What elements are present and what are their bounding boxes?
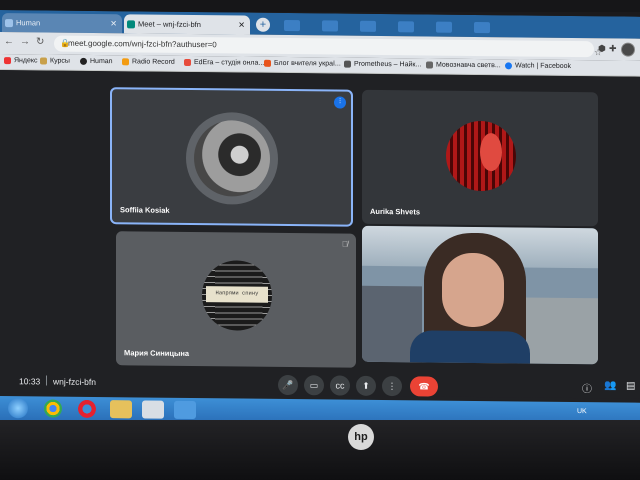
participant-name: Мария Синицына xyxy=(124,348,190,358)
start-button[interactable] xyxy=(8,398,28,419)
more-icon: ⋮ xyxy=(387,380,397,391)
camera-button[interactable]: ▭ xyxy=(304,375,324,396)
hp-logo-icon: hp xyxy=(348,424,374,450)
info-icon[interactable]: ⓘ xyxy=(582,380,592,395)
chrome-taskbar-icon[interactable] xyxy=(44,399,62,418)
bookmark-item[interactable]: EdEra – студія онла... xyxy=(184,58,264,67)
bookmark-item[interactable]: Watch | Facebook xyxy=(505,62,571,70)
captions-icon: cc xyxy=(335,380,345,391)
bookmark-item[interactable]: Блог вчителя украї... xyxy=(264,59,341,68)
opera-taskbar-icon[interactable] xyxy=(78,399,96,419)
extension-icon[interactable]: ⬢ xyxy=(598,43,606,54)
facebook-icon xyxy=(505,62,512,70)
new-tab-button[interactable]: + xyxy=(256,17,270,32)
explorer-taskbar-icon[interactable] xyxy=(110,400,132,419)
screen: Human ✕ Meet – wnj-fzci-bfn ✕ + ← → ↻ 🔒 … xyxy=(0,10,640,429)
person-face xyxy=(442,252,504,328)
mic-button[interactable]: 🎤 xyxy=(278,374,298,396)
person-shirt xyxy=(410,330,530,364)
participant-tile[interactable]: 🎙̸ Напрями спину Мария Синицына xyxy=(116,231,356,368)
speaking-indicator-icon: ⫶ xyxy=(334,96,346,109)
avatar-caption: Напрями спину xyxy=(215,289,259,297)
back-icon[interactable]: ← xyxy=(4,36,14,47)
bookmark-item[interactable]: Яндекс xyxy=(4,57,38,64)
window-thumbnail-icon xyxy=(398,21,414,33)
tab-favicon-icon xyxy=(5,18,13,27)
puzzle-icon[interactable]: ✚ xyxy=(609,43,617,54)
reload-icon[interactable]: ↻ xyxy=(36,36,44,47)
mic-off-icon: 🎙̸ xyxy=(342,239,348,249)
participant-tile[interactable]: ⫶ Soffiia Kosiak xyxy=(110,87,353,227)
bookmark-item[interactable]: Prometheus – Найк... xyxy=(344,60,421,68)
meeting-time: 10:33 xyxy=(19,376,41,387)
bookmark-item[interactable]: Human xyxy=(80,57,113,65)
blogger-icon xyxy=(264,59,271,67)
participant-avatar xyxy=(446,120,516,192)
participant-video-tile[interactable] xyxy=(362,225,598,365)
close-tab-icon[interactable]: ✕ xyxy=(238,20,245,29)
radio-icon xyxy=(122,58,129,66)
tab-title: Meet – wnj-fzci-bfn xyxy=(138,19,201,30)
keyboard-language[interactable]: UK xyxy=(577,408,587,415)
end-call-button[interactable]: ☎ xyxy=(410,376,438,397)
monitor-bezel-bottom xyxy=(0,420,640,480)
yandex-icon xyxy=(4,57,11,65)
tab-human[interactable]: Human ✕ xyxy=(2,13,122,34)
separator xyxy=(46,375,47,386)
meet-favicon-icon xyxy=(127,19,135,28)
tab-title: Human xyxy=(16,18,41,28)
people-icon[interactable]: 👥 xyxy=(604,380,616,391)
present-icon: ⬆ xyxy=(362,380,370,391)
close-tab-icon[interactable]: ✕ xyxy=(110,19,117,28)
window-thumbnail-icon xyxy=(360,20,376,32)
profile-avatar[interactable] xyxy=(621,42,635,57)
edera-icon xyxy=(184,58,191,67)
meeting-code: wnj-fzci-bfn xyxy=(53,376,96,388)
url-text: meet.google.com/wnj-fzci-bfn?authuser=0 xyxy=(68,38,217,50)
app-taskbar-icon[interactable] xyxy=(142,400,164,419)
window-thumbnail-icon xyxy=(474,21,490,34)
bookmark-item[interactable]: Курсы xyxy=(40,57,70,65)
participant-name: Aurika Shvets xyxy=(370,206,421,217)
tab-meet[interactable]: Meet – wnj-fzci-bfn ✕ xyxy=(124,14,250,35)
end-call-icon: ☎ xyxy=(418,380,430,391)
folder-icon xyxy=(40,57,47,65)
forward-icon[interactable]: → xyxy=(20,36,30,47)
video-taskbar-icon[interactable] xyxy=(174,400,196,420)
window-thumbnail-icon xyxy=(284,19,300,32)
bookmark-item[interactable]: Мовознавча светв... xyxy=(426,61,501,69)
more-options-button[interactable]: ⋮ xyxy=(382,376,402,397)
window-thumbnail-icon xyxy=(322,20,338,32)
captions-button[interactable]: cc xyxy=(330,375,350,396)
bookmark-item[interactable]: Radio Record xyxy=(122,58,175,66)
participant-avatar xyxy=(186,111,278,205)
address-bar[interactable]: 🔒 meet.google.com/wnj-fzci-bfn?authuser=… xyxy=(54,35,602,57)
page-icon xyxy=(426,61,433,69)
window-thumbnail-icon xyxy=(436,21,452,33)
participant-tile[interactable]: Aurika Shvets xyxy=(362,89,598,227)
human-icon xyxy=(80,57,87,65)
chat-icon[interactable]: ▤ xyxy=(626,381,635,392)
mic-icon: 🎤 xyxy=(282,379,294,390)
participant-name: Soffiia Kosiak xyxy=(120,205,170,215)
present-button[interactable]: ⬆ xyxy=(356,375,376,396)
prometheus-icon xyxy=(344,60,351,68)
participant-avatar: Напрями спину xyxy=(202,260,272,331)
meet-stage: ⫶ Soffiia Kosiak Aurika Shvets 🎙̸ Напрям… xyxy=(0,70,640,399)
camera-icon: ▭ xyxy=(309,379,319,390)
